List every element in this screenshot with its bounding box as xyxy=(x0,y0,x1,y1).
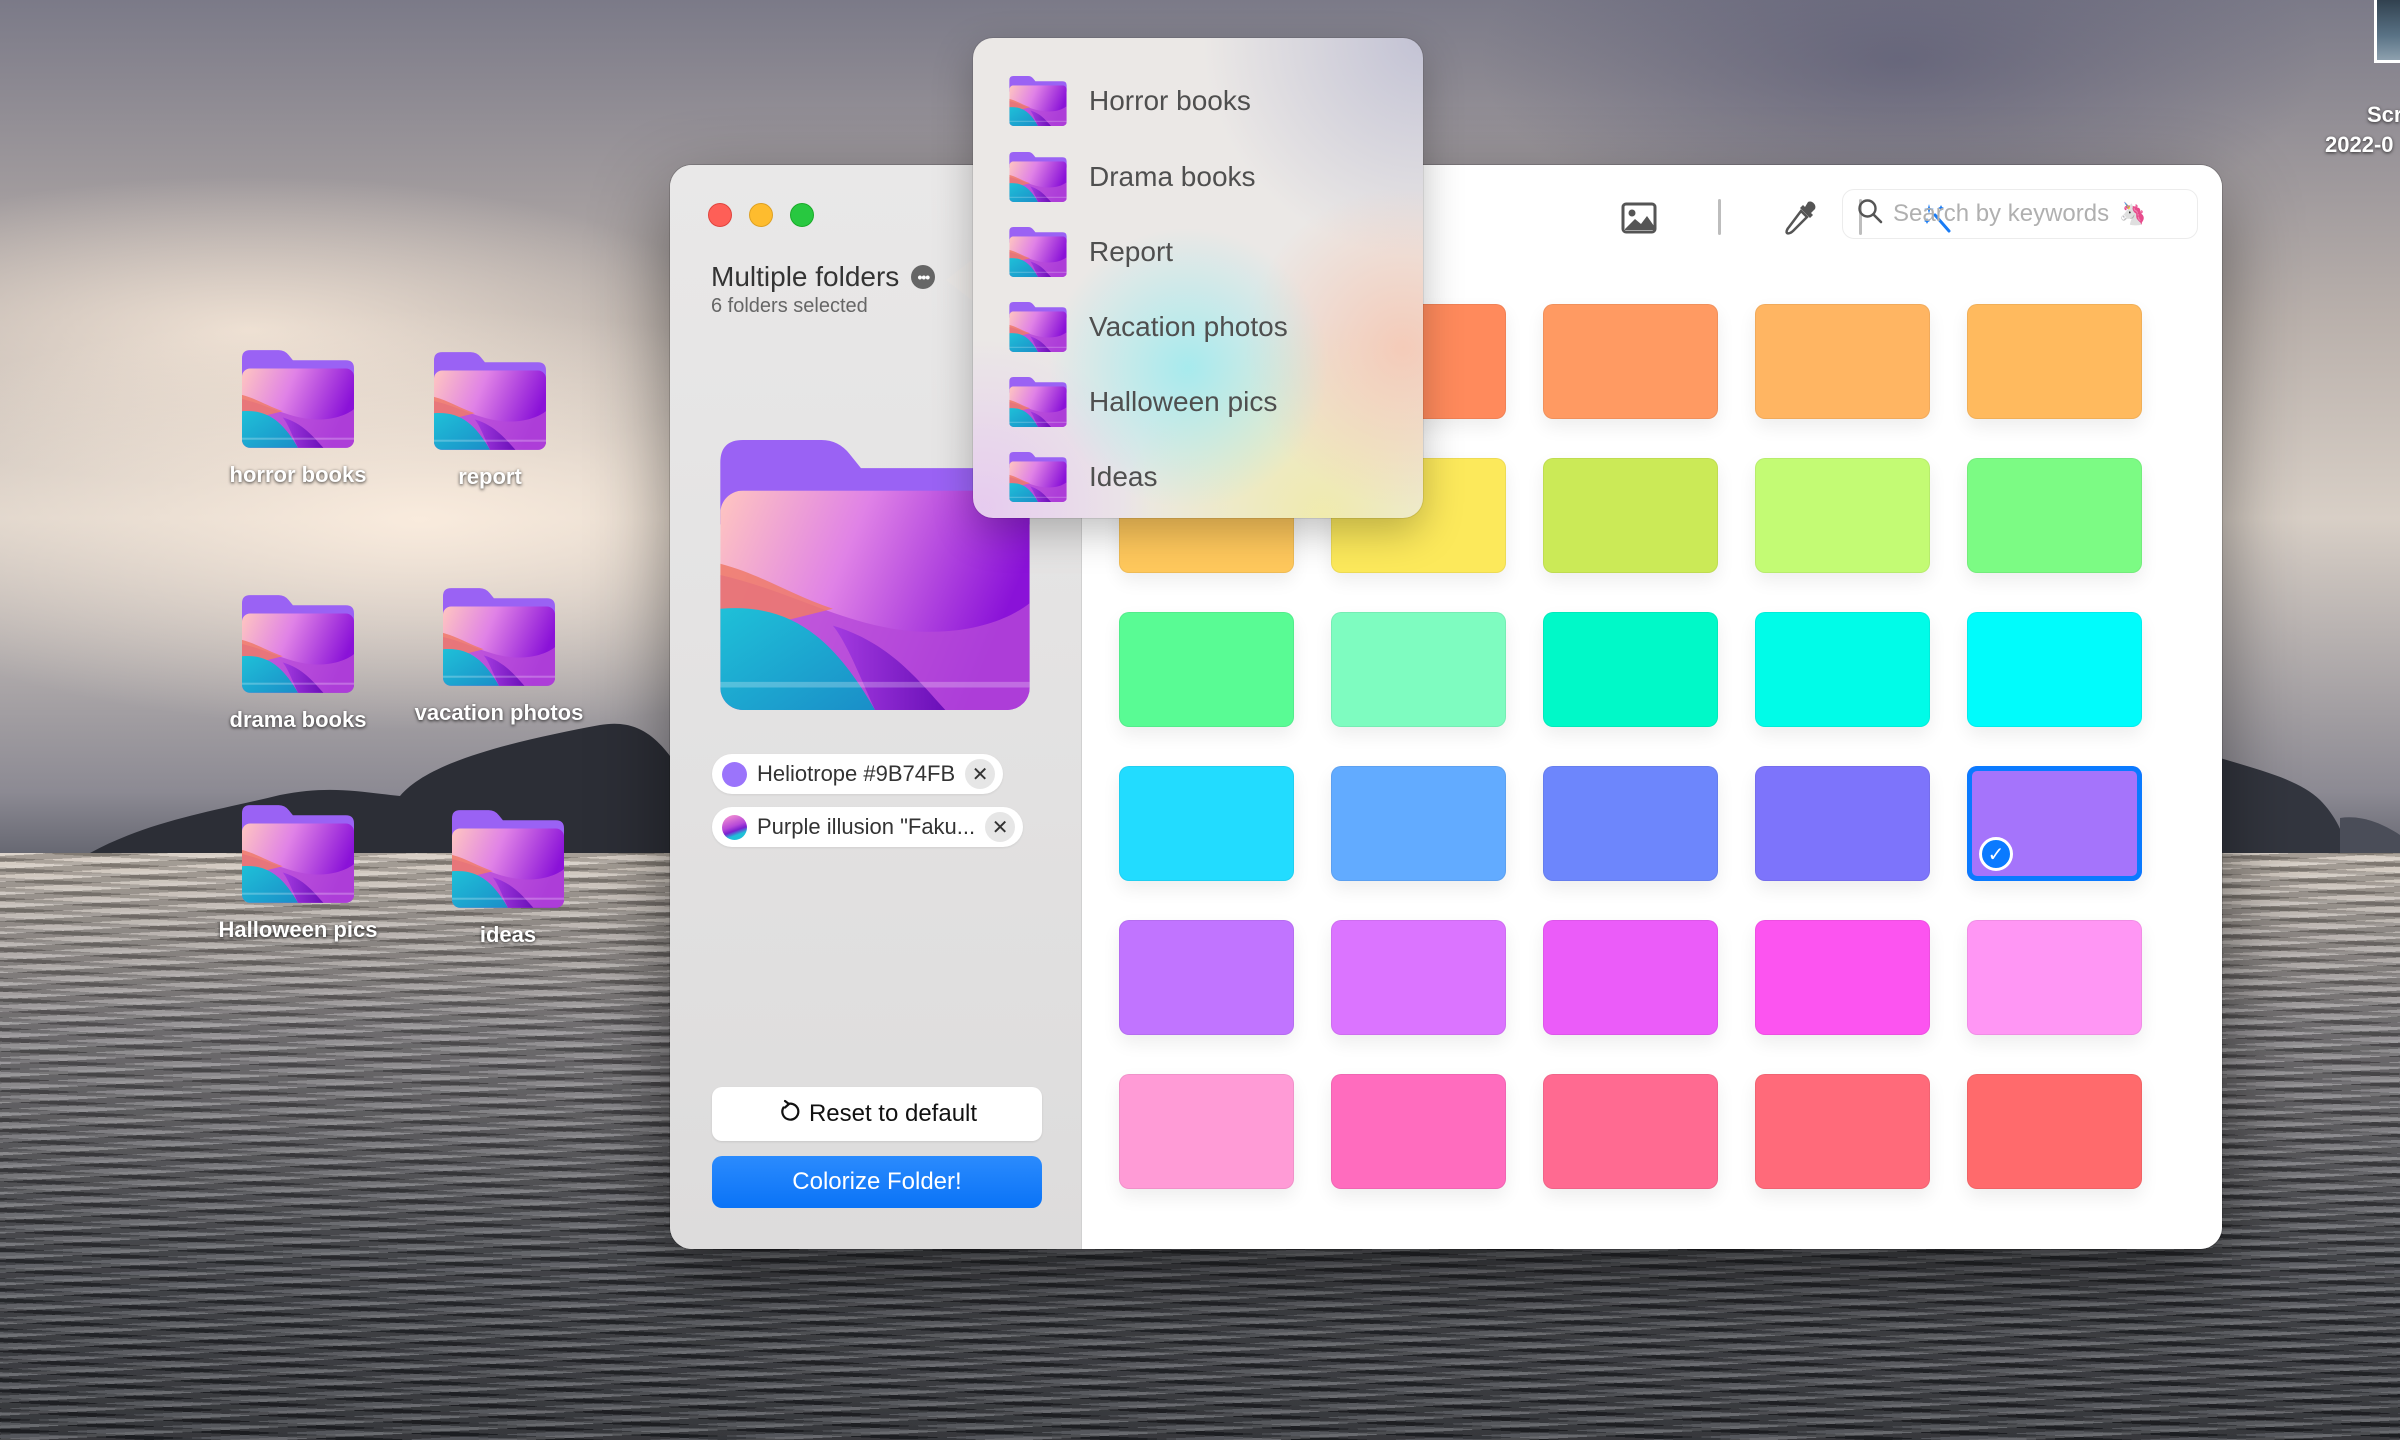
desktop-folder[interactable]: vacation photos xyxy=(409,588,589,726)
ellipsis-circle-icon[interactable]: ••• xyxy=(911,265,936,289)
popover-item-label: Halloween pics xyxy=(1089,386,1278,417)
color-swatch[interactable] xyxy=(1331,612,1506,727)
color-swatch[interactable]: ✓ xyxy=(1967,766,2142,881)
desktop-folder[interactable]: horror books xyxy=(208,350,388,488)
popover-item[interactable]: Horror books xyxy=(1009,70,1251,132)
color-chip[interactable]: Heliotrope #9B74FB ✕ xyxy=(712,754,1004,794)
folder-icon xyxy=(242,350,354,448)
popover-item[interactable]: Drama books xyxy=(1009,146,1256,208)
color-swatch[interactable] xyxy=(1755,766,1930,881)
color-swatch[interactable] xyxy=(1331,1074,1506,1189)
wallpaper-chip[interactable]: Purple illusion "Faku... ✕ xyxy=(712,807,1024,847)
reset-label: Reset to default xyxy=(808,1100,978,1127)
selection-title-row: Multiple folders ••• xyxy=(711,261,936,293)
popover-item[interactable]: Halloween pics xyxy=(1009,371,1277,433)
gradient-dot-icon xyxy=(722,814,747,840)
color-swatch[interactable] xyxy=(1543,766,1718,881)
popover-item[interactable]: Vacation photos xyxy=(1009,296,1288,358)
popover-item[interactable]: Ideas xyxy=(1009,446,1158,508)
unicorn-icon: 🦄 xyxy=(2119,201,2147,226)
popover-item-label: Ideas xyxy=(1089,461,1158,492)
desktop-folder-label: report xyxy=(458,464,522,489)
screenshot-label-line2: 2022-0 xyxy=(2325,132,2394,157)
color-swatch[interactable] xyxy=(1967,920,2142,1035)
popover-item-label: Horror books xyxy=(1089,85,1251,116)
reset-to-default-button[interactable]: Reset to default xyxy=(712,1087,1042,1141)
color-swatch[interactable] xyxy=(1755,612,1930,727)
image-icon[interactable] xyxy=(1616,195,1662,241)
desktop-folder-label: horror books xyxy=(229,462,367,487)
search-input[interactable]: Search by keywords 🦄 xyxy=(1842,189,2198,239)
color-swatch[interactable] xyxy=(1755,458,1930,573)
eyedropper-icon[interactable] xyxy=(1778,195,1824,241)
popover-item-label: Drama books xyxy=(1089,161,1256,192)
selected-folders-popover: Horror books Drama books Report Vacation… xyxy=(973,38,1423,518)
desktop-folder[interactable]: Halloween pics xyxy=(208,805,388,943)
toolbar-separator xyxy=(1718,199,1721,235)
minimize-button[interactable] xyxy=(749,203,773,227)
close-button[interactable] xyxy=(708,203,732,227)
colorize-app-window: Multiple folders ••• 6 folders selected … xyxy=(670,165,2222,1249)
popover-item-label: Vacation photos xyxy=(1089,311,1288,342)
color-swatch[interactable] xyxy=(1331,766,1506,881)
folder-icon xyxy=(452,810,564,908)
screenshot-label-line1: Scr xyxy=(2367,102,2400,127)
color-swatch[interactable] xyxy=(1119,612,1294,727)
desktop-folder-label: drama books xyxy=(229,707,367,732)
checkmark-icon: ✓ xyxy=(1979,837,2013,871)
desktop-folder-label: ideas xyxy=(479,922,537,947)
zoom-button[interactable] xyxy=(790,203,814,227)
search-icon xyxy=(1857,198,1883,231)
color-swatch[interactable] xyxy=(1543,612,1718,727)
desktop-folder[interactable]: drama books xyxy=(208,595,388,733)
color-swatch[interactable] xyxy=(1543,1074,1718,1189)
popover-arrow xyxy=(946,258,974,302)
folder-icon xyxy=(1009,452,1067,502)
color-swatch[interactable] xyxy=(1967,304,2142,419)
color-swatch[interactable] xyxy=(1755,1074,1930,1189)
folder-icon xyxy=(1009,302,1067,352)
popover-item[interactable]: Report xyxy=(1009,221,1173,283)
folder-icon xyxy=(434,352,546,450)
color-swatch[interactable] xyxy=(1755,304,1930,419)
desktop-folder-label: vacation photos xyxy=(414,700,584,725)
color-swatch[interactable] xyxy=(1967,1074,2142,1189)
color-dot-icon xyxy=(722,761,747,787)
folder-icon xyxy=(443,588,555,686)
popover-item-label: Report xyxy=(1089,236,1174,267)
window-controls xyxy=(708,203,814,227)
remove-chip-icon[interactable]: ✕ xyxy=(985,812,1016,842)
selection-subtitle: 6 folders selected xyxy=(711,295,868,317)
desktop-folder-label: Halloween pics xyxy=(218,917,378,942)
screenshot-file-thumbnail[interactable] xyxy=(2374,0,2400,63)
wallpaper-chip-label: Purple illusion "Faku... xyxy=(757,814,976,839)
color-swatch[interactable] xyxy=(1755,920,1930,1035)
folder-icon xyxy=(242,595,354,693)
reset-icon xyxy=(777,1099,801,1130)
folder-icon xyxy=(242,805,354,903)
color-swatch[interactable] xyxy=(1543,304,1718,419)
colorize-folder-button[interactable]: Colorize Folder! xyxy=(712,1156,1042,1208)
color-swatch[interactable] xyxy=(1119,1074,1294,1189)
folder-icon xyxy=(1009,377,1067,427)
color-chip-label: Heliotrope #9B74FB xyxy=(757,761,956,786)
color-swatch[interactable] xyxy=(1119,766,1294,881)
selection-title: Multiple folders xyxy=(711,261,900,292)
folder-icon xyxy=(1009,227,1067,277)
color-swatch[interactable] xyxy=(1967,458,2142,573)
desktop-folder[interactable]: report xyxy=(400,352,580,490)
color-swatch[interactable] xyxy=(1119,920,1294,1035)
color-swatch[interactable] xyxy=(1543,458,1718,573)
remove-chip-icon[interactable]: ✕ xyxy=(965,759,996,789)
folder-icon xyxy=(1009,76,1067,126)
folder-icon xyxy=(1009,152,1067,202)
color-swatch[interactable] xyxy=(1543,920,1718,1035)
desktop-folder[interactable]: ideas xyxy=(418,810,598,948)
color-swatch[interactable] xyxy=(1967,612,2142,727)
color-swatch[interactable] xyxy=(1331,920,1506,1035)
search-placeholder: Search by keywords xyxy=(1893,200,2110,227)
screenshot-file-label: Scr 2022-0 xyxy=(2325,100,2400,160)
